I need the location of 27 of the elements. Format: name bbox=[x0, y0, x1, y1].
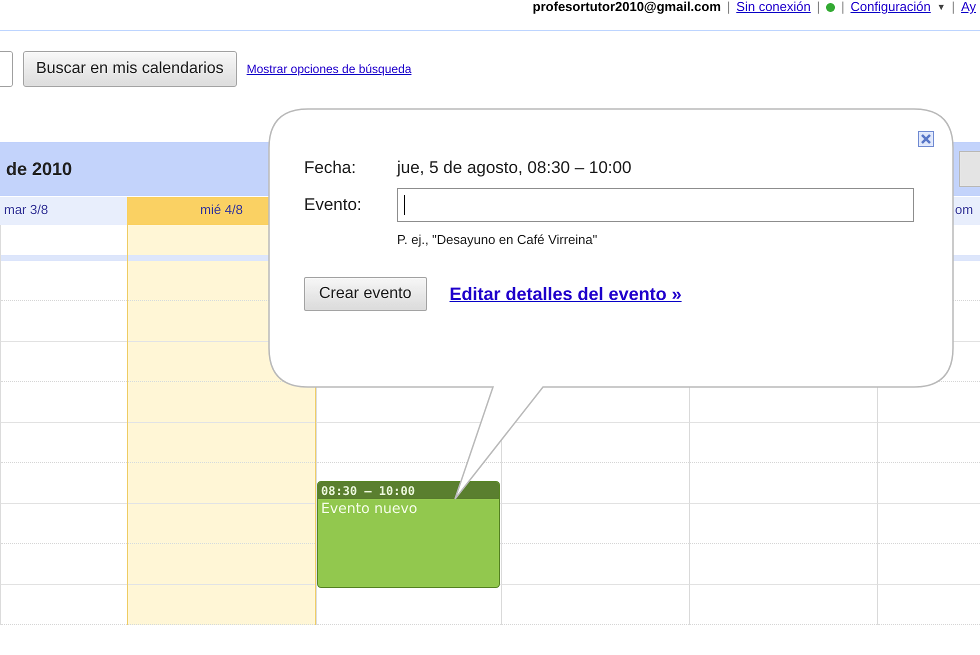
edit-details-link[interactable]: Editar detalles del evento » bbox=[450, 284, 682, 304]
separator: | bbox=[726, 0, 730, 14]
example-hint: P. ej., "Desayuno en Café Virreina" bbox=[397, 232, 598, 247]
event-title: Evento nuevo bbox=[320, 500, 418, 519]
search-button[interactable]: Buscar en mis calendarios bbox=[23, 51, 237, 87]
event-time: 08:30 – 10:00 bbox=[318, 482, 499, 499]
search-options-link[interactable]: Mostrar opciones de búsqueda bbox=[246, 62, 412, 76]
day-column[interactable] bbox=[127, 225, 316, 625]
top-link[interactable]: Configuración bbox=[850, 0, 931, 14]
separator: | bbox=[816, 0, 820, 14]
caret-icon[interactable]: ▼ bbox=[936, 0, 946, 14]
month-title: de 2010 bbox=[6, 158, 72, 180]
top-link[interactable]: Sin conexión bbox=[736, 0, 811, 14]
event-input-field[interactable] bbox=[397, 188, 914, 222]
separator: | bbox=[952, 0, 956, 14]
search-field[interactable] bbox=[0, 51, 13, 87]
date-label: Fecha: bbox=[304, 158, 357, 178]
day-header[interactable]: mar 3/8 bbox=[0, 197, 127, 225]
separator: | bbox=[841, 0, 845, 14]
status-icon bbox=[826, 3, 836, 12]
view-button[interactable] bbox=[959, 151, 980, 187]
top-link[interactable]: Ay bbox=[961, 0, 976, 14]
account-email: profesortutor2010@gmail.com bbox=[532, 0, 721, 14]
date-value: jue, 5 de agosto, 08:30 – 10:00 bbox=[397, 158, 632, 178]
calendar-event[interactable]: 08:30 – 10:00 Evento nuevo bbox=[317, 481, 500, 588]
close-icon[interactable] bbox=[918, 131, 934, 147]
create-event-button[interactable]: Crear evento bbox=[304, 277, 426, 311]
